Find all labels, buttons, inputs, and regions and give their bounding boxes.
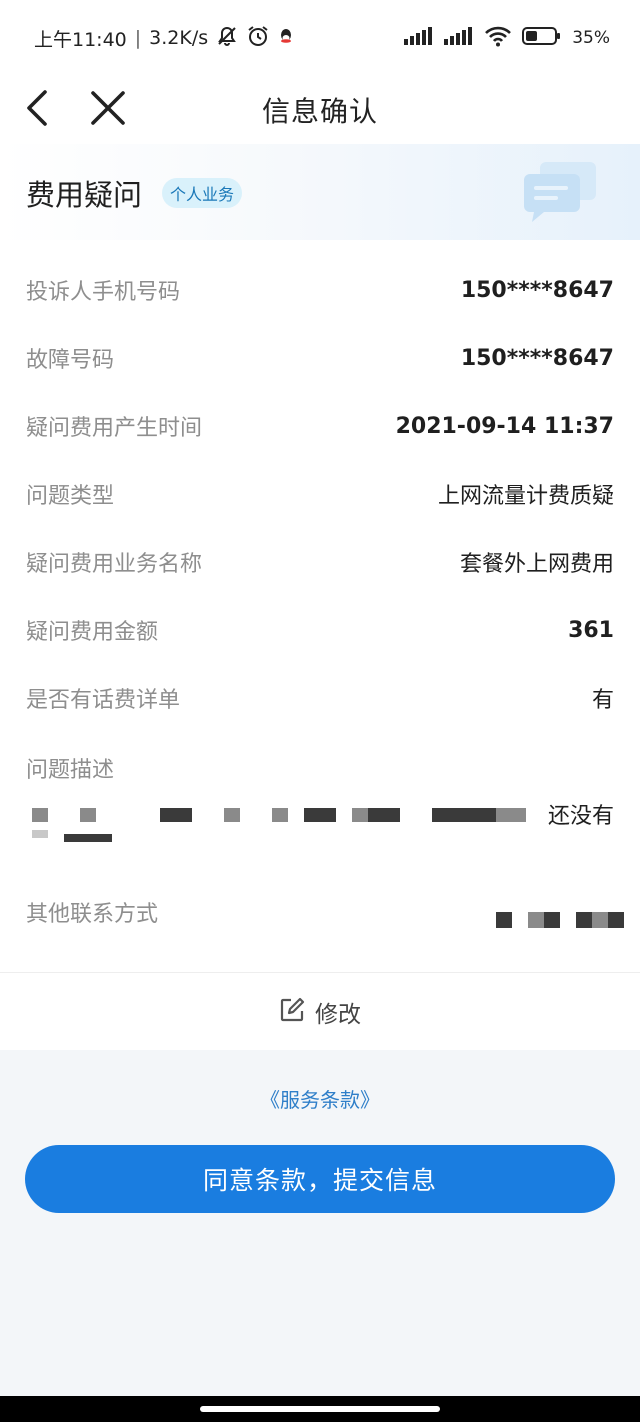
field-label: 故障号码 (26, 348, 115, 373)
field-row: 投诉人手机号码 150****8647 (26, 270, 614, 310)
redacted-block (32, 830, 48, 838)
field-value: 上网流量计费质疑 (437, 484, 614, 509)
status-divider: | (134, 27, 142, 49)
battery-percent: 35% (572, 28, 610, 48)
field-row: 问题类型 上网流量计费质疑 (26, 474, 614, 514)
contact-value-redacted (496, 912, 624, 928)
status-time: 上午11:40 (34, 28, 127, 51)
redacted-block (160, 808, 192, 822)
edit-icon (279, 997, 305, 1027)
redacted-block (496, 808, 526, 822)
field-label: 疑问费用产生时间 (26, 416, 203, 441)
redacted-block (32, 808, 48, 822)
signal-icon (404, 26, 434, 50)
chat-bubbles-icon (520, 158, 600, 228)
signal-icon (444, 26, 474, 50)
description-text: 还没有 (547, 804, 614, 829)
redacted-block (544, 912, 560, 928)
status-speed: 3.2K/s (149, 27, 209, 49)
status-bar: 上午11:40 | 3.2K/s 35% (0, 0, 640, 76)
redacted-block (432, 808, 496, 822)
field-label: 投诉人手机号码 (26, 280, 181, 305)
status-left: 上午11:40 | 3.2K/s (34, 24, 294, 53)
redacted-block (368, 808, 400, 822)
edit-button[interactable]: 修改 (0, 972, 640, 1050)
bell-off-icon (216, 25, 238, 52)
field-label: 疑问费用金额 (26, 620, 159, 645)
redacted-block (272, 808, 288, 822)
field-value: 150****8647 (460, 277, 614, 303)
submit-button[interactable]: 同意条款，提交信息 (25, 1145, 615, 1213)
home-indicator-bar (0, 1396, 640, 1422)
category-title: 费用疑问 (26, 178, 143, 212)
home-indicator[interactable] (200, 1406, 440, 1412)
info-card: 投诉人手机号码 150****8647 故障号码 150****8647 疑问费… (0, 240, 640, 972)
edit-label: 修改 (315, 1001, 361, 1028)
redacted-block (576, 912, 592, 928)
contact-label: 其他联系方式 (26, 902, 159, 927)
redacted-block (64, 834, 112, 842)
nav-bar: 信息确认 (0, 76, 640, 144)
field-row: 是否有话费详单 有 (26, 678, 614, 718)
field-value: 361 (568, 617, 614, 643)
alarm-icon (246, 24, 270, 53)
redacted-block (304, 808, 336, 822)
qq-icon (278, 27, 294, 50)
field-label: 问题类型 (26, 484, 115, 509)
category-tag: 个人业务 (162, 178, 243, 208)
field-row: 疑问费用金额 361 (26, 610, 614, 650)
field-value: 有 (591, 688, 614, 713)
description-label: 问题描述 (26, 758, 115, 783)
redacted-block (80, 808, 96, 822)
field-value: 2021-09-14 11:37 (395, 413, 614, 439)
redacted-block (608, 912, 624, 928)
field-label: 疑问费用业务名称 (26, 552, 203, 577)
page-title: 信息确认 (261, 95, 378, 128)
redacted-block (224, 808, 240, 822)
terms-link[interactable]: 《服务条款》 (0, 1080, 640, 1116)
field-label: 是否有话费详单 (26, 688, 181, 713)
field-value: 套餐外上网费用 (459, 552, 614, 577)
redacted-block (496, 912, 512, 928)
description-content: 还没有 (26, 794, 614, 846)
wifi-icon (484, 25, 512, 52)
description-row: 问题描述 (26, 748, 614, 788)
category-banner: 费用疑问 个人业务 (0, 144, 640, 240)
battery-icon (522, 26, 562, 51)
redacted-block (528, 912, 544, 928)
redacted-block (592, 912, 608, 928)
redacted-block (352, 808, 368, 822)
field-row: 疑问费用产生时间 2021-09-14 11:37 (26, 406, 614, 446)
field-row: 故障号码 150****8647 (26, 338, 614, 378)
field-value: 150****8647 (460, 345, 614, 371)
field-row: 疑问费用业务名称 套餐外上网费用 (26, 542, 614, 582)
status-right: 35% (404, 25, 610, 52)
